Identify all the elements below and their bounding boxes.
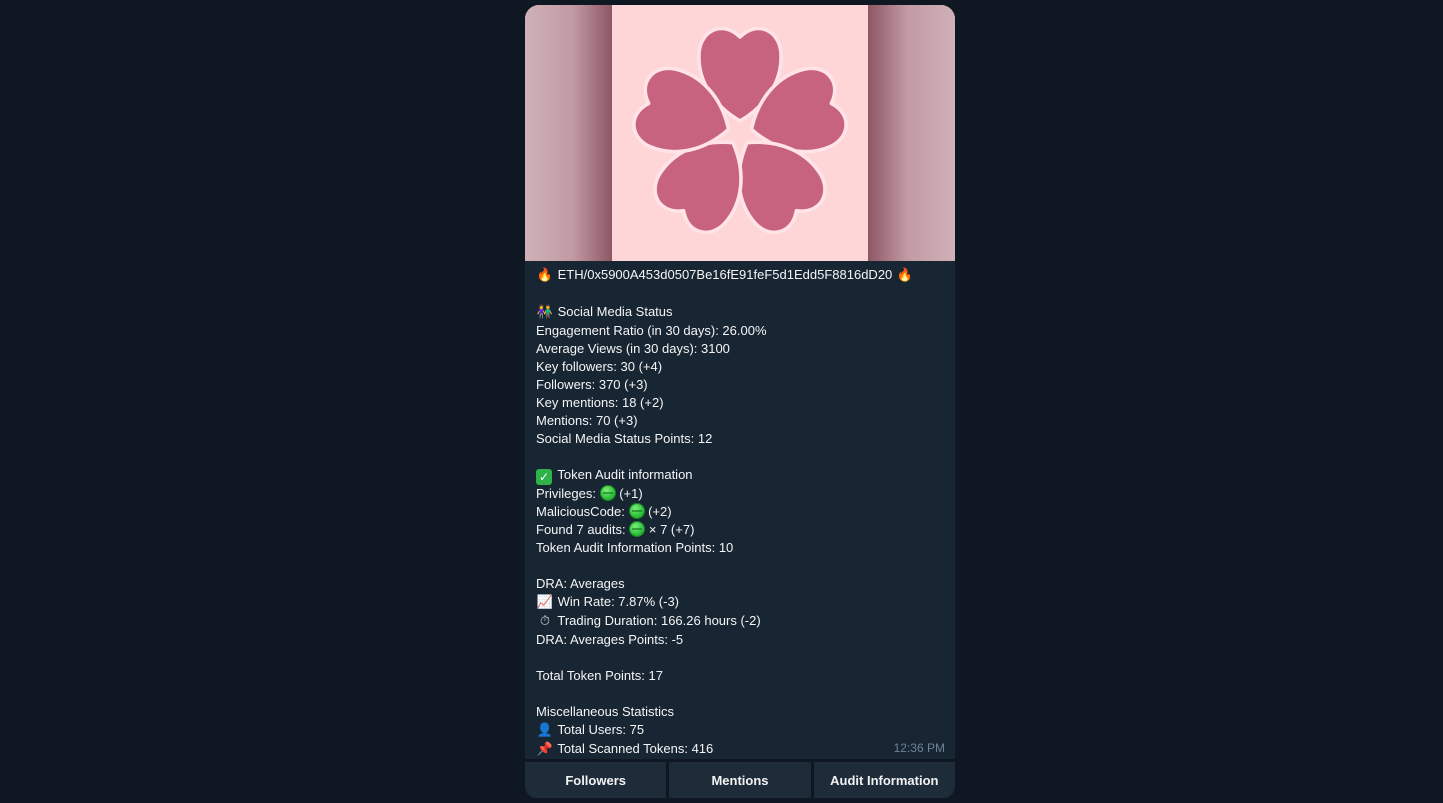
fire-icon: 🔥 <box>896 268 913 283</box>
stat-line: Engagement Ratio (in 30 days): 26.00% <box>536 323 767 338</box>
flower-logo-image <box>612 5 868 261</box>
stat-line: MaliciousCode: (+2) <box>536 503 672 519</box>
green-circle-icon <box>628 503 645 519</box>
stat-line: Average Views (in 30 days): 3100 <box>536 341 730 356</box>
chart-increasing-icon: 📈 <box>536 595 554 610</box>
inline-keyboard: Followers Mentions Audit Information <box>525 762 955 798</box>
stat-line: DRA: Averages Points: -5 <box>536 632 684 647</box>
stopwatch-icon: ⏱ <box>539 614 551 629</box>
message-bubble: 🔥 ETH/0x5900A453d0507Be16fE91feF5d1Edd5F… <box>525 5 955 759</box>
green-circle-icon <box>599 485 616 501</box>
fire-icon: 🔥 <box>536 268 554 283</box>
audit-information-button[interactable]: Audit Information <box>813 762 955 798</box>
pushpin-icon: 📌 <box>536 742 554 757</box>
section-title-social: 👫 Social Media Status <box>536 304 673 320</box>
stat-line: Mentions: 70 (+3) <box>536 413 638 428</box>
mentions-button[interactable]: Mentions <box>669 762 811 798</box>
stat-line: 📈 Win Rate: 7.87% (-3) <box>536 594 679 610</box>
section-title-audit: ✓ Token Audit information <box>536 466 944 485</box>
total-points: Total Token Points: 17 <box>536 668 663 683</box>
people-icon: 👫 <box>536 305 554 320</box>
stat-line: 👤 Total Users: 75 <box>536 722 645 738</box>
stat-line: 📌 Total Scanned Tokens: 416 <box>536 741 714 757</box>
chat-view: 🔥 ETH/0x5900A453d0507Be16fE91feF5d1Edd5F… <box>0 0 1443 803</box>
section-title-misc: Miscellaneous Statistics <box>536 704 674 719</box>
section-title-dra: DRA: Averages <box>536 576 625 591</box>
stat-line: Token Audit Information Points: 10 <box>536 540 734 555</box>
token-image[interactable] <box>525 5 955 261</box>
green-circle-icon <box>629 521 646 537</box>
stat-line: Privileges: (+1) <box>536 485 643 501</box>
token-header: 🔥 ETH/0x5900A453d0507Be16fE91feF5d1Edd5F… <box>536 266 944 285</box>
check-mark-icon: ✓ <box>536 469 552 485</box>
image-blur-left <box>525 5 612 261</box>
stat-line: Social Media Status Points: 12 <box>536 431 713 446</box>
flower-logo-icon <box>626 26 854 244</box>
stat-line: ⏱ Trading Duration: 166.26 hours (-2) <box>536 612 944 631</box>
user-icon: 👤 <box>536 723 554 738</box>
message-text: 🔥 ETH/0x5900A453d0507Be16fE91feF5d1Edd5F… <box>525 261 955 759</box>
message-timestamp: 12:36 PM <box>893 741 945 755</box>
stat-line: Key followers: 30 (+4) <box>536 359 663 374</box>
image-blur-right <box>868 5 955 261</box>
stat-line: Key mentions: 18 (+2) <box>536 395 664 410</box>
stat-line: Found 7 audits: × 7 (+7) <box>536 521 695 537</box>
stat-line: Followers: 370 (+3) <box>536 377 648 392</box>
followers-button[interactable]: Followers <box>525 762 667 798</box>
token-address: ETH/0x5900A453d0507Be16fE91feF5d1Edd5F88… <box>557 267 893 282</box>
